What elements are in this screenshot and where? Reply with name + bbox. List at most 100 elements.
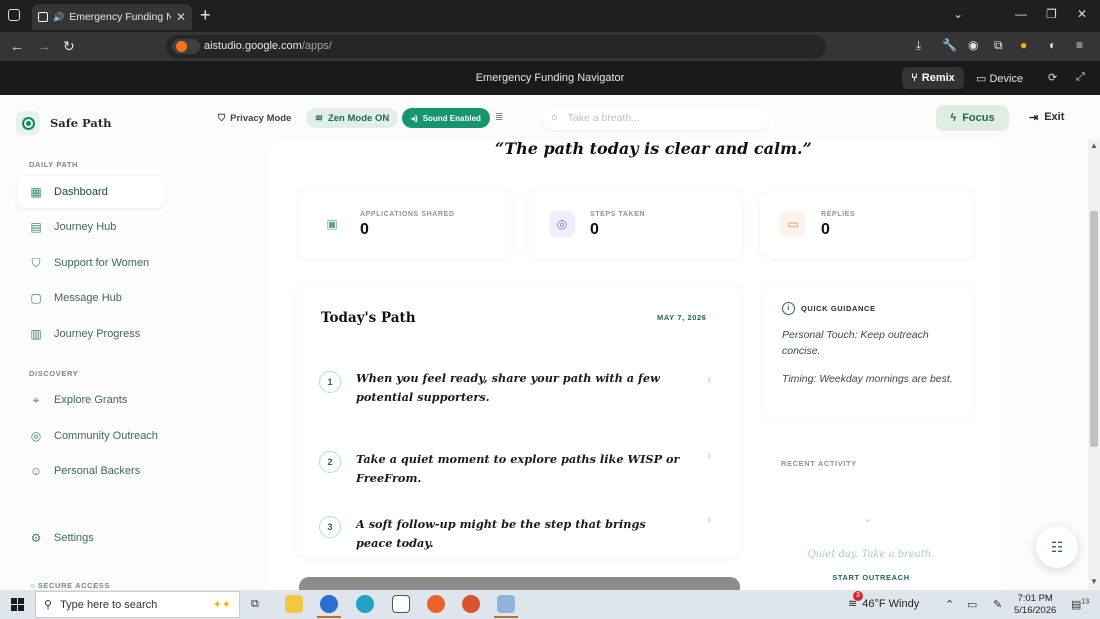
secure-access-label: ○ SECURE ACCESS <box>30 581 110 590</box>
remix-button[interactable]: ⑂ Remix <box>902 67 964 89</box>
studio-header: Emergency Funding Navigator ⑂ Remix ▭ Dev… <box>0 61 1100 95</box>
sidebar-item-message-hub[interactable]: ▢ Message Hub <box>17 282 165 314</box>
sidebar-item-personal-backers[interactable]: ☺ Personal Backers <box>17 455 165 487</box>
wrench-icon[interactable]: 🔧 <box>942 38 957 52</box>
sidebar-item-dashboard[interactable]: ▦ Dashboard <box>17 176 165 208</box>
grid-icon: ▦ <box>30 185 42 199</box>
taskbar-search[interactable]: ⚲ Type here to search ✦✦ <box>35 591 240 618</box>
brand-name: Safe Path <box>50 116 112 130</box>
task-view-icon[interactable]: ⧉ <box>251 598 259 611</box>
pen-icon[interactable]: ✎ <box>993 598 1002 611</box>
scroll-down-icon[interactable]: ▼ <box>1090 577 1098 586</box>
new-tab-button[interactable]: + <box>200 5 211 26</box>
password-icon[interactable]: ◐ <box>1049 38 1056 52</box>
privacy-mode-toggle[interactable]: ⛉ Privacy Mode <box>209 108 300 128</box>
firefox-icon[interactable] <box>427 595 445 613</box>
firefox-nightly-icon[interactable] <box>462 595 480 613</box>
guidance-item: Timing: Weekday mornings are best. <box>782 373 953 385</box>
target-icon: ◎ <box>549 211 575 237</box>
focus-button[interactable]: ϟ Focus <box>936 105 1009 131</box>
reload-icon[interactable]: ↻ <box>63 38 75 55</box>
device-button[interactable]: ▭ Device <box>976 72 1023 85</box>
scroll-up-icon[interactable]: ▲ <box>1090 141 1098 150</box>
brave-shield-icon[interactable] <box>172 39 200 54</box>
app-icon[interactable] <box>497 595 515 613</box>
message-icon: ▢ <box>30 291 42 305</box>
sidebar-item-support-for-women[interactable]: ⛉ Support for Women <box>17 247 165 279</box>
sidebar-item-journey-progress[interactable]: ▥ Journey Progress <box>17 318 165 350</box>
chevron-up-icon[interactable]: ⌃ <box>945 598 954 611</box>
address-bar[interactable]: aistudio.google.com/apps/ <box>166 35 826 58</box>
guidance-item: Personal Touch: Keep outreach concise. <box>782 329 929 357</box>
stat-value: 0 <box>821 221 830 238</box>
step-text: A soft follow-up might be the step that … <box>356 517 646 550</box>
clock-date: 5/16/2026 <box>1014 605 1057 616</box>
start-outreach-link[interactable]: START OUTREACH <box>767 573 975 582</box>
notepad-icon[interactable] <box>392 595 410 613</box>
speaker-icon[interactable]: 🔊 <box>53 12 64 23</box>
forward-icon[interactable]: → <box>37 38 51 54</box>
battery-icon[interactable]: ▭ <box>967 598 977 611</box>
extensions-icon[interactable]: ⧉ <box>994 38 1003 53</box>
weather-widget[interactable]: ≋ 3 46°F Windy <box>848 591 919 610</box>
notifications-icon[interactable]: ▤13 <box>1071 598 1089 611</box>
fullscreen-icon[interactable]: ⤢ <box>1076 71 1085 84</box>
browser-tab[interactable]: 🔊 Emergency Funding Navigat ✕ <box>32 4 192 30</box>
close-window-icon[interactable]: ✕ <box>1077 7 1087 21</box>
sidebar-item-explore-grants[interactable]: ⌖ Explore Grants <box>17 384 165 416</box>
top-bar: ⛉ Privacy Mode ≋ Zen Mode ON ◂) Sound En… <box>185 95 1100 141</box>
sparkle-icon: ✦✦ <box>212 599 231 611</box>
firefox-dev-icon[interactable] <box>320 595 338 613</box>
search-icon: ○ <box>551 112 558 124</box>
windows-start-icon[interactable] <box>11 598 24 611</box>
page-scrollbar[interactable]: ▲ ▼ <box>1088 139 1100 590</box>
sidebar-item-label: Settings <box>54 532 94 544</box>
target-logo-icon <box>16 111 40 135</box>
message-icon: ▭ <box>780 211 806 237</box>
file-explorer-icon[interactable] <box>285 595 303 613</box>
sidebar-item-settings[interactable]: ⚙ Settings <box>17 522 165 554</box>
extension-icon[interactable]: ● <box>1020 38 1027 52</box>
menu-icon[interactable]: ≡ <box>1076 38 1083 52</box>
bottom-panel-peek <box>299 577 740 590</box>
clock[interactable]: 7:01 PM 5/16/2026 <box>1014 593 1056 617</box>
sidebar-item-label: Explore Grants <box>54 394 128 406</box>
device-icon: ▭ <box>976 73 990 85</box>
minimize-icon[interactable]: — <box>1015 7 1027 21</box>
chevron-right-icon: › <box>707 447 712 462</box>
stat-label: REPLIES <box>821 211 856 218</box>
browser-nav-bar: ← → ↻ aistudio.google.com/apps/ ⤓ 🔧 ◉ ⧉ … <box>0 32 1100 61</box>
search-field[interactable]: ○ <box>541 106 769 130</box>
stat-label: APPLICATIONS SHARED <box>360 211 455 218</box>
tab-list-chevron-icon[interactable]: ⌄ <box>953 7 963 21</box>
brand[interactable]: Safe Path <box>16 111 112 135</box>
sidebar-item-label: Support for Women <box>54 257 150 269</box>
account-icon[interactable]: ◉ <box>968 38 978 52</box>
back-icon[interactable]: ← <box>10 38 24 54</box>
sidebar-item-label: Journey Hub <box>54 221 117 233</box>
users-icon: ☺ <box>29 464 43 478</box>
bar-chart-icon: ▥ <box>30 327 42 341</box>
edge-icon[interactable] <box>356 595 374 613</box>
restore-icon[interactable]: ❐ <box>1046 7 1057 21</box>
activity-title: RECENT ACTIVITY <box>781 459 857 468</box>
filters-fab[interactable]: ☷ <box>1036 526 1078 568</box>
active-app-indicator <box>317 616 341 618</box>
pin-icon: ⌖ <box>32 392 40 407</box>
shield-icon: ⛉ <box>218 112 226 124</box>
equalizer-icon[interactable]: ≣ <box>495 112 503 123</box>
download-icon[interactable]: ⤓ <box>916 38 921 53</box>
url-text[interactable]: aistudio.google.com/apps/ <box>204 40 332 52</box>
search-input[interactable] <box>567 112 748 124</box>
sliders-icon: ☷ <box>1050 538 1064 555</box>
sidebar-item-journey-hub[interactable]: ▤ Journey Hub <box>17 211 165 243</box>
exit-button[interactable]: ⇥ Exit <box>1029 111 1064 124</box>
tab-actions-icon[interactable] <box>8 9 20 21</box>
zen-mode-toggle[interactable]: ≋ Zen Mode ON <box>306 108 399 128</box>
scroll-thumb[interactable] <box>1090 211 1098 447</box>
sound-toggle[interactable]: ◂) Sound Enabled <box>402 108 490 128</box>
tab-close-icon[interactable]: ✕ <box>176 10 186 24</box>
refresh-icon[interactable]: ⟳ <box>1048 71 1057 84</box>
activity-empty-text: Quiet day. Take a breath. <box>807 549 935 560</box>
sidebar-item-community-outreach[interactable]: ◎ Community Outreach <box>17 420 165 452</box>
